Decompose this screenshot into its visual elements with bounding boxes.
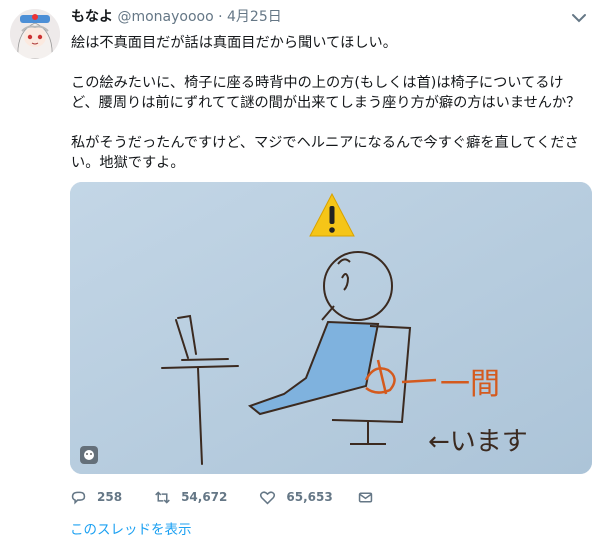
avatar-image [10,9,60,59]
tweet-header: もなよ @monayoooo · 4月25日 [71,7,282,27]
user-handle[interactable]: @monayoooo [117,9,213,25]
separator-dot: · [218,9,223,25]
show-thread-link[interactable]: このスレッドを表示 [70,518,192,538]
tweet-media-image[interactable]: 一間 ←います [70,182,592,474]
display-name[interactable]: もなよ [71,9,113,25]
reply-button[interactable]: 258 [70,489,122,506]
like-count: 65,653 [286,490,333,504]
envelope-icon [358,491,372,503]
like-button[interactable]: 65,653 [259,489,333,506]
drawing-label-ma: 一間 [440,367,500,402]
drawing: 一間 ←います [70,182,592,474]
reply-count: 258 [97,490,123,504]
reply-icon [71,491,86,504]
avatar[interactable] [10,9,60,59]
chevron-down-icon[interactable] [570,10,588,24]
heart-icon [260,490,276,505]
drawing-label-imasu: ←います [428,427,528,457]
media-badge-icon [80,446,98,464]
retweet-button[interactable]: 54,672 [154,489,227,506]
retweet-count: 54,672 [181,490,228,504]
tweet-actions: 258 54,672 65,653 [70,487,404,507]
tweet-text: 絵は不真面目だが話は真面目だから聞いてほしい。 この絵みたいに、椅子に座る時背中… [71,35,581,171]
retweet-icon [155,490,170,504]
message-button[interactable] [357,489,384,506]
tweet-date[interactable]: 4月25日 [227,9,282,25]
